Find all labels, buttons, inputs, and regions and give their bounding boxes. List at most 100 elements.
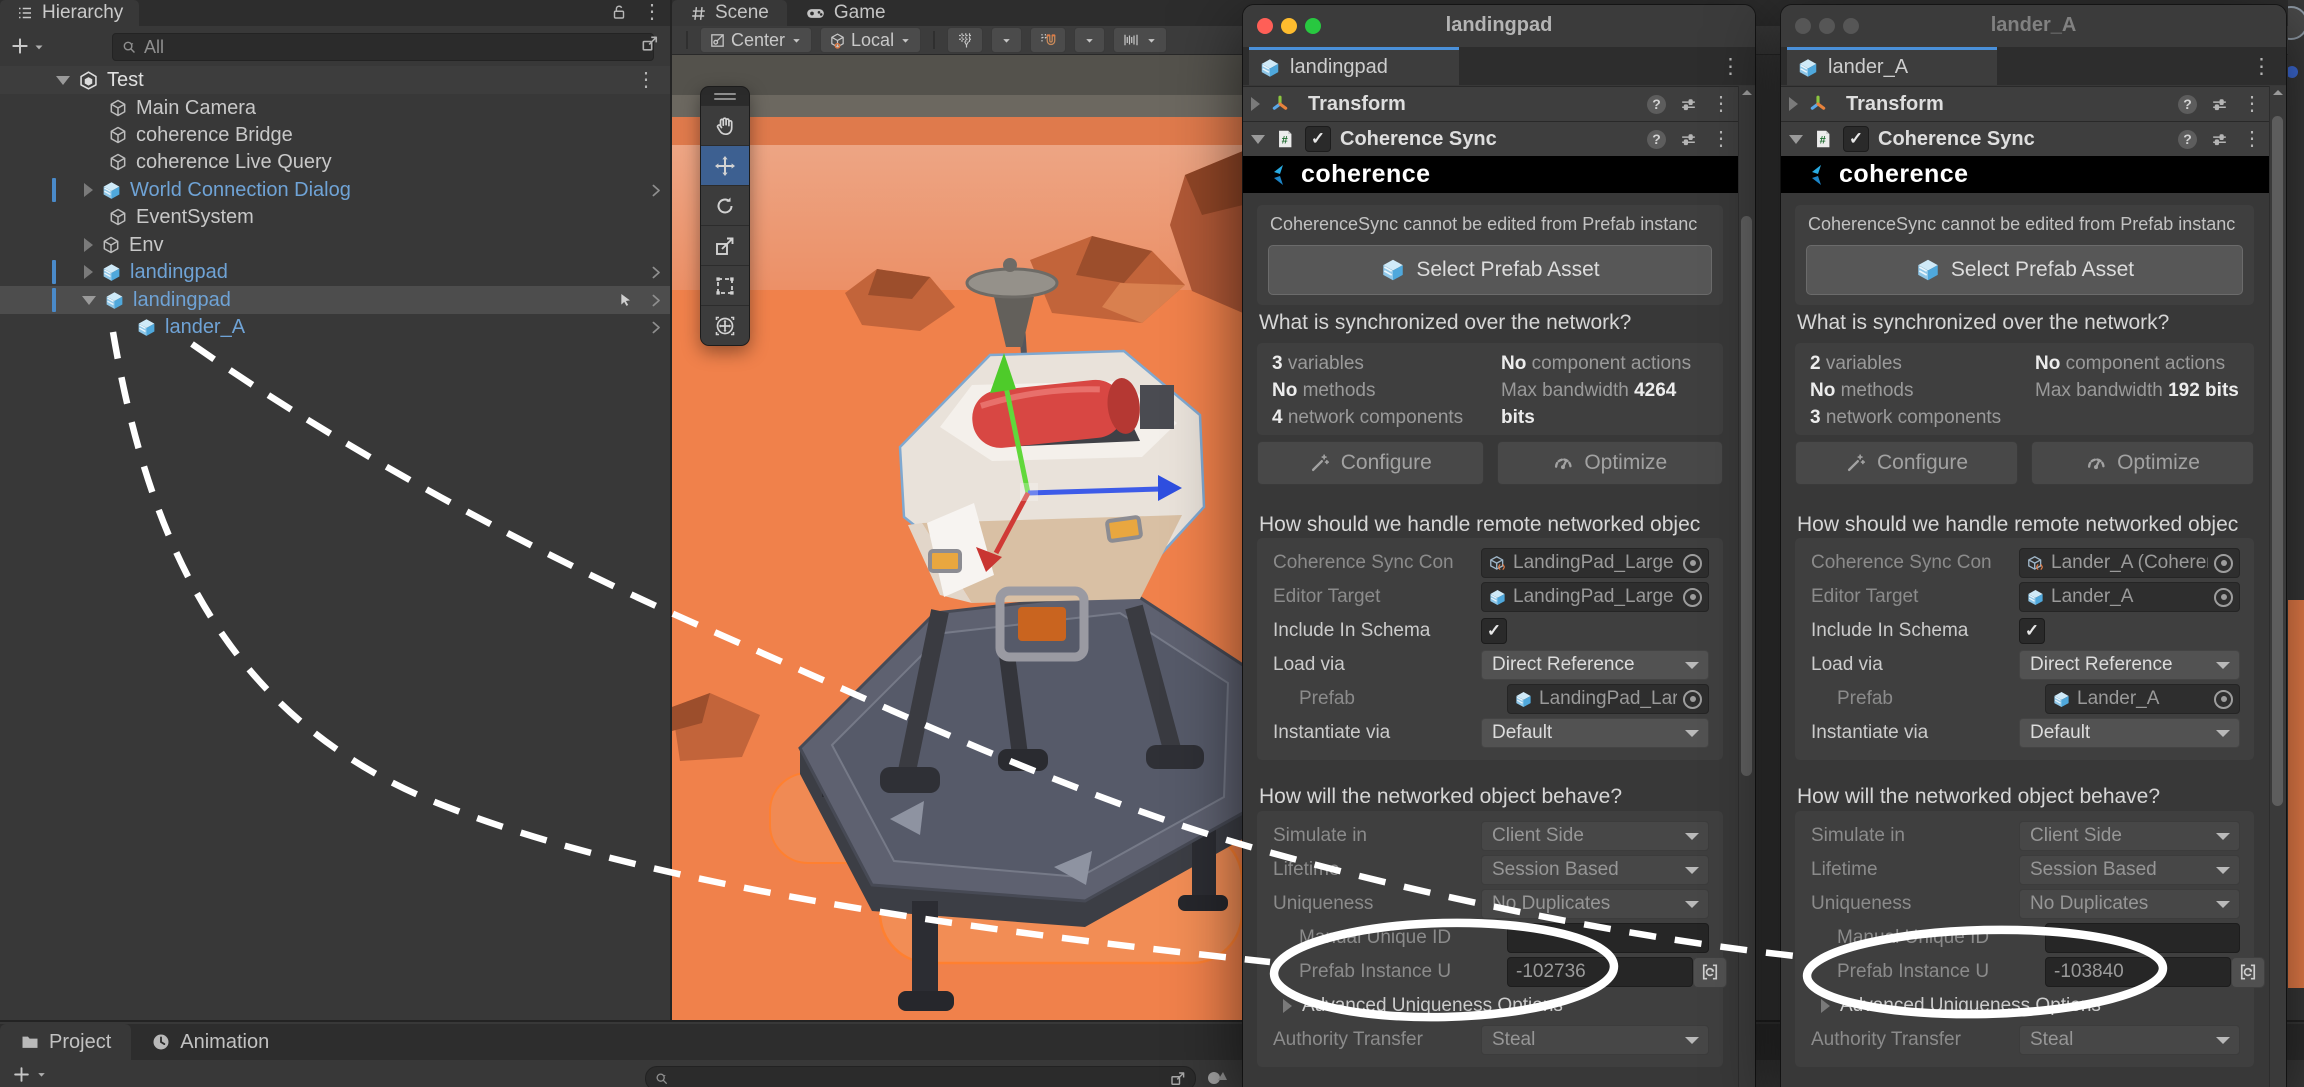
increment-snap-dropdown[interactable] (1113, 27, 1167, 53)
select-prefab-asset-button[interactable]: Select Prefab Asset (1268, 245, 1712, 295)
foldout-closed-icon[interactable] (84, 265, 93, 279)
object-picker-icon[interactable] (2214, 554, 2233, 573)
foldout-open-icon[interactable] (1251, 135, 1265, 144)
uniqueness-dropdown[interactable]: No Duplicates (2019, 889, 2240, 919)
hierarchy-item-prefab[interactable]: World Connection Dialog (0, 176, 670, 204)
editor-target-object-field[interactable]: LandingPad_Large (1481, 582, 1709, 612)
advanced-uniqueness-foldout[interactable]: Advanced Uniqueness Options (1257, 989, 1723, 1023)
palette-drag-handle[interactable] (701, 87, 749, 105)
window-titlebar[interactable]: landingpad (1243, 5, 1755, 48)
authority-transfer-dropdown[interactable]: Steal (2019, 1025, 2240, 1055)
transform-component-header[interactable]: Transform ?⋮ (1781, 86, 2270, 121)
kebab-menu-icon[interactable]: ⋮ (2242, 129, 2262, 149)
coherence-sync-component-header[interactable]: ✓ Coherence Sync ?⋮ (1243, 121, 1739, 156)
scroll-up-icon[interactable] (2273, 90, 2283, 95)
inspector-tab[interactable]: landingpad (1249, 47, 1459, 85)
sync-config-object-field[interactable]: LandingPad_Large (1481, 548, 1709, 578)
help-icon[interactable]: ? (2178, 95, 2197, 114)
hierarchy-search-input[interactable]: All (112, 33, 654, 61)
scene-viewport[interactable] (672, 55, 1243, 1020)
editor-target-object-field[interactable]: Lander_A (2019, 582, 2240, 612)
instantiate-via-dropdown[interactable]: Default (1481, 718, 1709, 748)
popout-icon[interactable] (640, 34, 660, 54)
chevron-right-icon[interactable] (647, 319, 664, 336)
hierarchy-item[interactable]: coherence Bridge (0, 121, 670, 149)
tab-hierarchy[interactable]: Hierarchy (0, 0, 139, 26)
hierarchy-item[interactable]: EventSystem (0, 203, 670, 231)
chevron-right-icon[interactable] (647, 182, 664, 199)
hand-tool-button[interactable] (701, 105, 749, 145)
chevron-down-icon[interactable] (35, 1068, 48, 1081)
simulate-in-dropdown[interactable]: Client Side (2019, 821, 2240, 851)
tab-project[interactable]: Project (0, 1024, 131, 1060)
kebab-menu-icon[interactable]: ⋮ (1711, 129, 1731, 149)
snap-button[interactable] (1030, 27, 1066, 53)
presets-icon[interactable] (1679, 95, 1698, 114)
hierarchy-item-prefab-child[interactable]: lander_A (0, 313, 670, 341)
tab-animation[interactable]: Animation (131, 1024, 289, 1060)
lock-icon[interactable] (610, 3, 628, 21)
load-via-dropdown[interactable]: Direct Reference (1481, 650, 1709, 680)
chevron-right-icon[interactable] (647, 292, 664, 309)
component-enabled-checkbox[interactable]: ✓ (1843, 126, 1869, 152)
hierarchy-item-scene-root[interactable]: Test ⋮ (0, 66, 670, 94)
hierarchy-item-prefab-selected[interactable]: landingpad (0, 286, 670, 314)
help-icon[interactable]: ? (1647, 95, 1666, 114)
hierarchy-item-prefab[interactable]: landingpad (0, 258, 670, 286)
inspector-window-lander-a[interactable]: lander_A lander_A ⋮ Transform ?⋮ ✓ Coher… (1781, 5, 2286, 1087)
rotate-tool-button[interactable] (701, 185, 749, 225)
scrollbar-thumb[interactable] (1741, 216, 1752, 776)
asset-visibility-icon[interactable] (1205, 1065, 1229, 1087)
snap-dropdown[interactable] (1074, 27, 1105, 53)
lifetime-dropdown[interactable]: Session Based (1481, 855, 1709, 885)
component-enabled-checkbox[interactable]: ✓ (1305, 126, 1331, 152)
chevron-down-icon[interactable] (32, 40, 46, 54)
foldout-open-icon[interactable] (56, 76, 70, 85)
configure-button[interactable]: Configure (1257, 441, 1484, 485)
optimize-button[interactable]: Optimize (1497, 441, 1724, 485)
kebab-menu-icon[interactable]: ⋮ (636, 70, 656, 90)
help-icon[interactable]: ? (1647, 130, 1666, 149)
object-picker-icon[interactable] (1683, 588, 1702, 607)
kebab-menu-icon[interactable]: ⋮ (1720, 54, 1741, 79)
regenerate-uid-button[interactable] (1693, 957, 1727, 988)
move-tool-button[interactable] (701, 145, 749, 185)
scale-tool-button[interactable] (701, 225, 749, 265)
regenerate-uid-button[interactable] (2231, 957, 2265, 988)
foldout-closed-icon[interactable] (84, 238, 93, 252)
uniqueness-dropdown[interactable]: No Duplicates (1481, 889, 1709, 919)
configure-button[interactable]: Configure (1795, 441, 2018, 485)
coherence-sync-component-header[interactable]: ✓ Coherence Sync ?⋮ (1781, 121, 2270, 156)
project-search-input[interactable] (645, 1066, 1196, 1087)
manual-unique-id-input[interactable] (2045, 923, 2240, 953)
transform-tool-button[interactable] (701, 305, 749, 345)
hierarchy-item[interactable]: Env (0, 231, 670, 259)
advanced-uniqueness-foldout[interactable]: Advanced Uniqueness Options (1795, 989, 2254, 1023)
foldout-closed-icon[interactable] (1251, 97, 1260, 111)
help-icon[interactable]: ? (2178, 130, 2197, 149)
inspector-scrollbar[interactable] (1738, 86, 1755, 1087)
foldout-open-icon[interactable] (82, 296, 96, 305)
add-icon[interactable] (10, 36, 30, 56)
orientation-dropdown[interactable]: Local (820, 27, 921, 53)
object-picker-icon[interactable] (1683, 554, 1702, 573)
inspector-scrollbar[interactable] (2269, 86, 2286, 1087)
object-picker-icon[interactable] (1683, 690, 1702, 709)
prefab-object-field[interactable]: Lander_A (2045, 684, 2240, 714)
presets-icon[interactable] (2210, 95, 2229, 114)
rect-tool-button[interactable] (701, 265, 749, 305)
load-via-dropdown[interactable]: Direct Reference (2019, 650, 2240, 680)
sync-config-object-field[interactable]: Lander_A (Coheren (2019, 548, 2240, 578)
scroll-up-icon[interactable] (1742, 90, 1752, 95)
prefab-object-field[interactable]: LandingPad_Large (1507, 684, 1709, 714)
foldout-open-icon[interactable] (1789, 135, 1803, 144)
select-prefab-asset-button[interactable]: Select Prefab Asset (1806, 245, 2243, 295)
foldout-closed-icon[interactable] (84, 183, 93, 197)
hierarchy-item[interactable]: coherence Live Query (0, 148, 670, 176)
popout-icon[interactable] (1169, 1070, 1187, 1087)
presets-icon[interactable] (1679, 130, 1698, 149)
scrollbar-thumb[interactable] (2272, 116, 2283, 806)
object-picker-icon[interactable] (2214, 690, 2233, 709)
inspector-window-landingpad[interactable]: landingpad landingpad ⋮ Transform ?⋮ ✓ C… (1243, 5, 1755, 1087)
tab-game[interactable]: Game (787, 0, 904, 26)
